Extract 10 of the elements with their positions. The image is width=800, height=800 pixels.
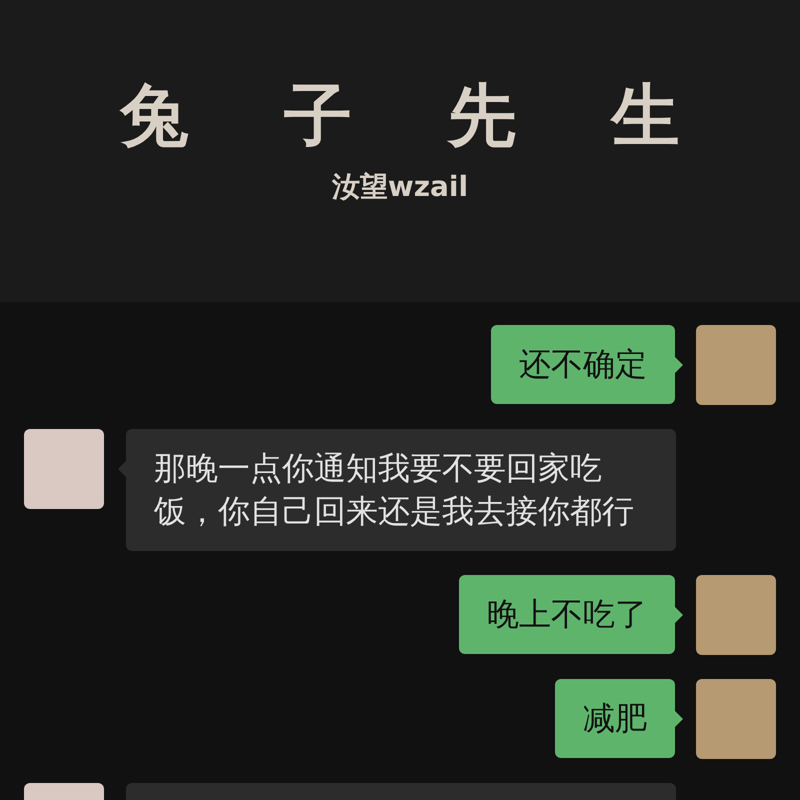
message-bubble: 晚上不吃了 (459, 575, 675, 654)
page-title: 兔 子 先 生 (120, 76, 680, 158)
subtitle: 汝望wzail (332, 169, 468, 205)
avatar-placeholder[interactable] (24, 429, 104, 509)
avatar-placeholder[interactable] (696, 575, 776, 655)
message-bubble: 那晚一点你通知我要不要回家吃饭，你自己回来还是我去接你都行 (126, 429, 676, 551)
avatar-placeholder[interactable] (696, 325, 776, 405)
avatar-placeholder[interactable] (696, 679, 776, 759)
message-bubble: 还不确定 (491, 325, 675, 404)
message-bubble: 减肥 (555, 679, 675, 758)
